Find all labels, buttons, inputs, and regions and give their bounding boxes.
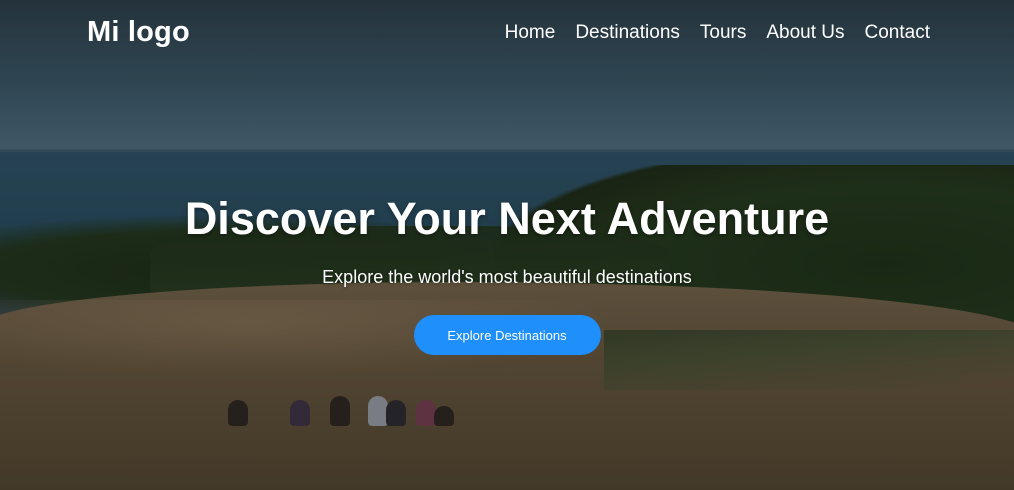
navbar: Mi logo Home Destinations Tours About Us… xyxy=(0,0,1014,70)
hero-section: Mi logo Home Destinations Tours About Us… xyxy=(0,0,1014,490)
hero-content: Discover Your Next Adventure Explore the… xyxy=(0,190,1014,355)
nav-link-about-us[interactable]: About Us xyxy=(766,22,844,44)
main-nav: Home Destinations Tours About Us Contact xyxy=(505,22,930,44)
site-logo[interactable]: Mi logo xyxy=(87,16,190,49)
hero-title: Discover Your Next Adventure xyxy=(184,193,830,244)
nav-link-home[interactable]: Home xyxy=(505,22,556,44)
nav-link-tours[interactable]: Tours xyxy=(700,22,746,44)
nav-link-destinations[interactable]: Destinations xyxy=(575,22,680,44)
hero-subtitle: Explore the world's most beautiful desti… xyxy=(322,267,692,287)
explore-destinations-button[interactable]: Explore Destinations xyxy=(413,315,601,355)
nav-link-contact[interactable]: Contact xyxy=(865,22,930,44)
